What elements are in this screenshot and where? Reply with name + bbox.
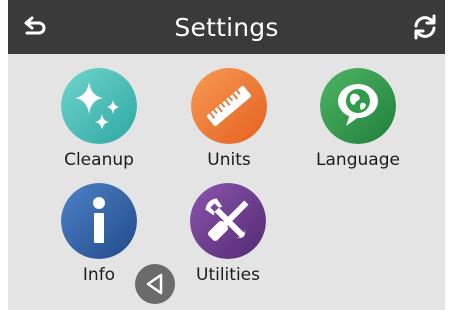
triangle-left-icon: [146, 273, 163, 295]
refresh-button[interactable]: [409, 11, 441, 43]
units-circle: [191, 68, 267, 144]
info-circle: [61, 183, 137, 259]
settings-screen: Settings Cleanup Units Language Info Uti…: [8, 0, 445, 310]
header-bar: Settings: [8, 0, 445, 54]
cleanup-circle: [61, 68, 137, 144]
tile-utilities[interactable]: Utilities: [173, 183, 283, 303]
tile-label: Language: [316, 150, 400, 170]
ruler-icon: [191, 68, 267, 144]
page-title: Settings: [174, 13, 279, 42]
tile-label: Units: [207, 150, 251, 170]
tile-label: Cleanup: [64, 150, 134, 170]
wrench-screwdriver-icon: [190, 183, 266, 259]
refresh-icon: [414, 14, 436, 40]
tile-units[interactable]: Units: [174, 68, 284, 188]
nav-back-button[interactable]: [135, 264, 175, 304]
tile-language[interactable]: Language: [303, 68, 413, 188]
tile-cleanup[interactable]: Cleanup: [44, 68, 154, 188]
info-icon: [61, 183, 137, 259]
tile-label: Utilities: [196, 265, 260, 285]
globe-speech-bubble-icon: [320, 68, 396, 144]
sparkle-icon: [61, 68, 137, 144]
utilities-circle: [190, 183, 266, 259]
language-circle: [320, 68, 396, 144]
